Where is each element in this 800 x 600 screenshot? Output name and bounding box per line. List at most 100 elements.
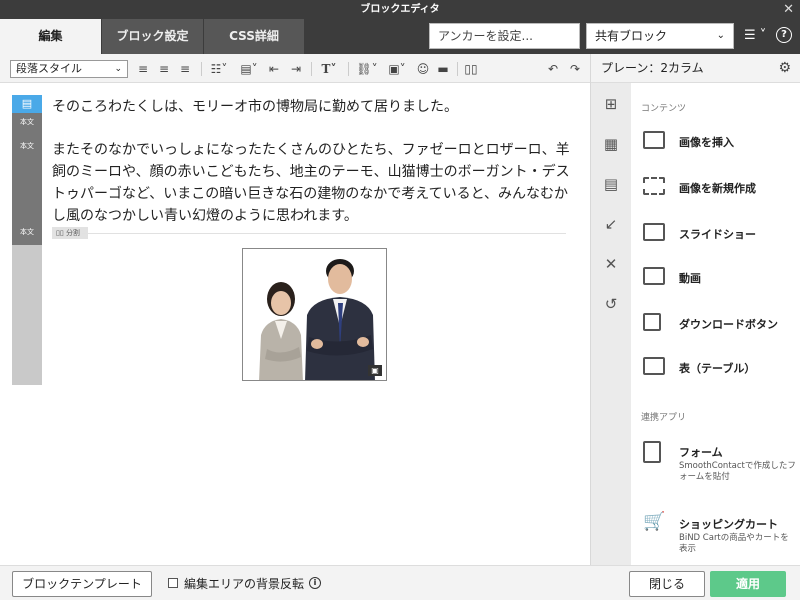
gutter-label: 本文: [20, 142, 34, 150]
item-description: BiND Cartの商品やカートを表示: [679, 533, 789, 554]
gutter-label: 本文: [20, 228, 34, 236]
item-label: 画像を挿入: [679, 136, 734, 149]
form-item[interactable]: フォーム SmoothContactで作成したフォームを貼付: [631, 431, 800, 487]
block-style-icon[interactable]: ▤˅: [238, 61, 260, 77]
close-icon[interactable]: ✕: [783, 0, 794, 19]
edit-area[interactable]: ▤ 本文 本文 本文 そのころわたくしは、モリーオ市の博物局に勤めて居りました。…: [0, 83, 590, 565]
item-label: フォーム: [679, 446, 723, 459]
split-label: 分割: [65, 229, 80, 237]
outdent-icon[interactable]: ⇤: [268, 61, 280, 77]
gutter-label: 本文: [20, 118, 34, 126]
panel-title: プレーン：2カラム: [601, 61, 704, 75]
cart-icon: 🛒: [643, 511, 666, 532]
paragraph-style-value: 段落スタイル: [16, 62, 82, 75]
align-left-icon[interactable]: ≡: [137, 61, 149, 77]
shapes-icon: [643, 177, 665, 195]
block-template-button[interactable]: ブロックテンプレート: [12, 571, 152, 597]
grid-icon[interactable]: ▦: [602, 135, 620, 153]
chevron-down-icon: ⌄: [114, 64, 122, 74]
list-icon[interactable]: ☷˅: [208, 61, 230, 77]
slideshow-icon: [643, 223, 665, 241]
section-apps: 連携アプリ: [641, 413, 687, 423]
add-block-icon[interactable]: ⊞: [602, 95, 620, 113]
history-icon[interactable]: ↺: [602, 295, 620, 313]
panel-list: コンテンツ 画像を挿入 画像を新規作成 スライドショー 動画 ダウンロードボタン: [631, 83, 800, 565]
toolbar-divider: [457, 62, 458, 76]
business-people-image[interactable]: ▣: [242, 248, 387, 381]
split-icon: ▯▯: [56, 229, 66, 237]
item-label: 表（テーブル）: [679, 362, 756, 375]
align-center-icon[interactable]: ≡: [158, 61, 170, 77]
people-illustration: [259, 259, 375, 380]
format-toolbar: 段落スタイル ⌄ ≡ ≡ ≡ ☷˅ ▤˅ ⇤ ⇥ T˅ ⛓˅ ▣˅ ☺ ▬ ▯▯…: [0, 54, 590, 83]
slideshow-item[interactable]: スライドショー: [631, 213, 800, 253]
panel-side-icons: ⊞ ▦ ▤ ↙ ✕ ↺: [591, 83, 631, 565]
toolbar-divider: [201, 62, 202, 76]
split-icon[interactable]: ▯▯: [464, 61, 478, 77]
gear-icon[interactable]: ⚙: [778, 54, 791, 83]
panel-header: プレーン：2カラム ⚙: [591, 54, 800, 83]
paragraph-2[interactable]: またそのなかでいっしょになったたくさんのひとたち、ファゼーロとロザーロ、羊飼のミ…: [52, 139, 572, 227]
shared-block-select[interactable]: 共有ブロック ⌄: [586, 23, 734, 49]
item-description: SmoothContactで作成したフォームを貼付: [679, 461, 796, 482]
paragraph-style-select[interactable]: 段落スタイル ⌄: [10, 60, 128, 78]
table-icon: [643, 357, 665, 375]
import-icon[interactable]: ↙: [602, 215, 620, 233]
info-icon[interactable]: i: [309, 577, 321, 589]
align-right-icon[interactable]: ≡: [179, 61, 191, 77]
image-icon: [643, 131, 665, 149]
table-item[interactable]: 表（テーブル）: [631, 347, 800, 387]
redo-icon[interactable]: ↷: [568, 61, 582, 77]
section-contents: コンテンツ: [641, 104, 687, 114]
toolbar-divider: [311, 62, 312, 76]
page-icon[interactable]: ▤: [602, 175, 620, 193]
apply-button[interactable]: 適用: [710, 571, 786, 597]
tab-edit[interactable]: 編集: [0, 19, 101, 54]
text-style-icon[interactable]: T˅: [318, 61, 340, 77]
indent-icon[interactable]: ⇥: [290, 61, 302, 77]
chevron-down-icon: ⌄: [716, 30, 725, 41]
divider-line: [82, 233, 566, 234]
toolbar-divider: [348, 62, 349, 76]
undo-icon[interactable]: ↶: [546, 61, 560, 77]
help-icon[interactable]: ?: [776, 27, 792, 43]
tools-icon[interactable]: ✕: [602, 255, 620, 273]
invert-background-checkbox[interactable]: [168, 578, 178, 588]
tab-css-details[interactable]: CSS詳細: [204, 19, 304, 54]
tab-row: 編集 ブロック設定 CSS詳細 共有ブロック ⌄ ☰ ˅ ?: [0, 19, 800, 54]
item-label: 画像を新規作成: [679, 182, 756, 195]
item-label: ショッピングカート: [679, 518, 778, 531]
close-button[interactable]: 閉じる: [629, 571, 705, 597]
shared-block-value: 共有ブロック: [595, 29, 668, 43]
image-icon[interactable]: ▣˅: [386, 61, 408, 77]
play-icon: [643, 267, 665, 285]
item-label: 動画: [679, 272, 701, 285]
invert-background-label: 編集エリアの背景反転: [184, 577, 305, 591]
horizontal-rule-icon[interactable]: ▬: [436, 61, 450, 77]
shopping-cart-item[interactable]: 🛒 ショッピングカート BiND Cartの商品やカートを表示: [631, 503, 800, 559]
link-icon[interactable]: ⛓˅: [356, 61, 378, 77]
split-divider[interactable]: ▯▯ 分割: [52, 227, 566, 239]
footer-bar: ブロックテンプレート 編集エリアの背景反転 i 閉じる 適用: [0, 565, 800, 600]
video-item[interactable]: 動画: [631, 257, 800, 297]
emoji-icon[interactable]: ☺: [416, 61, 430, 77]
insert-image-item[interactable]: 画像を挿入: [631, 121, 800, 161]
download-icon: [643, 313, 661, 331]
item-label: スライドショー: [679, 228, 756, 241]
gutter-segment[interactable]: [12, 113, 42, 245]
download-button-item[interactable]: ダウンロードボタン: [631, 303, 800, 343]
title-bar: ブロックエディタ ✕: [0, 0, 800, 19]
create-image-item[interactable]: 画像を新規作成: [631, 167, 800, 207]
block-panel: プレーン：2カラム ⚙ ⊞ ▦ ▤ ↙ ✕ ↺ コンテンツ 画像を挿入 画像を新…: [590, 54, 800, 565]
item-label: ダウンロードボタン: [679, 318, 778, 331]
block-editor-window: ブロックエディタ ✕ 編集 ブロック設定 CSS詳細 共有ブロック ⌄ ☰ ˅ …: [0, 0, 800, 600]
menu-icon[interactable]: ☰ ˅: [744, 28, 766, 43]
form-icon: [643, 441, 661, 463]
tab-block-settings[interactable]: ブロック設定: [102, 19, 203, 54]
anchor-input[interactable]: [429, 23, 580, 49]
paragraph-1[interactable]: そのころわたくしは、モリーオ市の博物局に勤めて居りました。: [52, 96, 572, 118]
image-icon[interactable]: ▣: [368, 365, 382, 376]
block-gutter: ▤ 本文 本文 本文: [12, 95, 42, 385]
window-title: ブロックエディタ: [360, 4, 440, 15]
paragraph-block-icon[interactable]: ▤: [12, 95, 42, 113]
